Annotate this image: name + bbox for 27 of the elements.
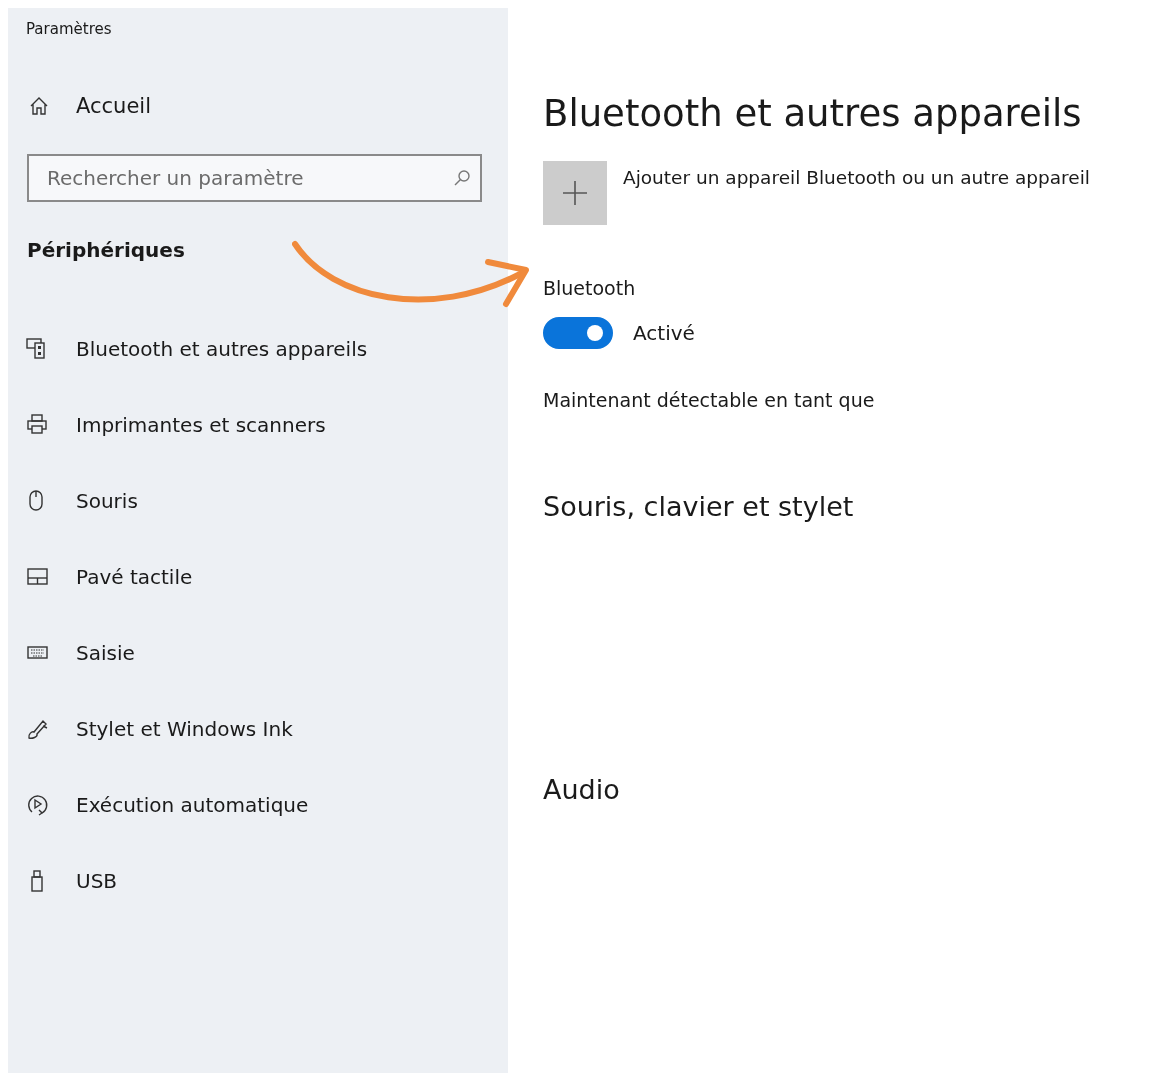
pen-icon (26, 717, 50, 741)
nav-item[interactable]: Exécution automatique (26, 786, 482, 824)
section-heading: Périphériques (27, 238, 186, 262)
section-heading: Audio (543, 774, 621, 805)
search-field[interactable]: Rechercher un paramètre (27, 154, 482, 202)
autoplay-icon (26, 793, 50, 817)
nav-item[interactable]: Bluetooth et autres appareils (26, 330, 482, 368)
section-heading: Souris, clavier et stylet (543, 491, 855, 522)
window-title: Paramètres (26, 20, 113, 38)
nav-item[interactable]: Imprimantes et scanners (26, 406, 482, 444)
nav-item[interactable]: Pavé tactile (26, 558, 482, 596)
nav-item[interactable]: Saisie (26, 634, 482, 672)
bluetooth-label: Bluetooth (543, 277, 637, 299)
nav-item[interactable]: Souris (26, 482, 482, 520)
discoverable-text: Maintenant détectable en tant que (543, 389, 876, 411)
nav-item[interactable]: Stylet et Windows Ink (26, 710, 482, 748)
toggle-state-label: Activé (633, 321, 695, 345)
add-button[interactable] (543, 161, 607, 225)
printer-icon (26, 413, 50, 437)
search-icon (452, 168, 472, 188)
page-title: Bluetooth et autres appareils (543, 92, 1083, 135)
add-device-label: Ajouter un appareil Bluetooth ou un autre appareil (623, 167, 1090, 188)
home-icon (28, 95, 50, 117)
home-link[interactable]: Accueil (28, 94, 482, 118)
nav-item[interactable]: USB (26, 862, 482, 900)
plus-icon (562, 180, 588, 206)
bluetooth-toggle[interactable] (543, 317, 613, 349)
